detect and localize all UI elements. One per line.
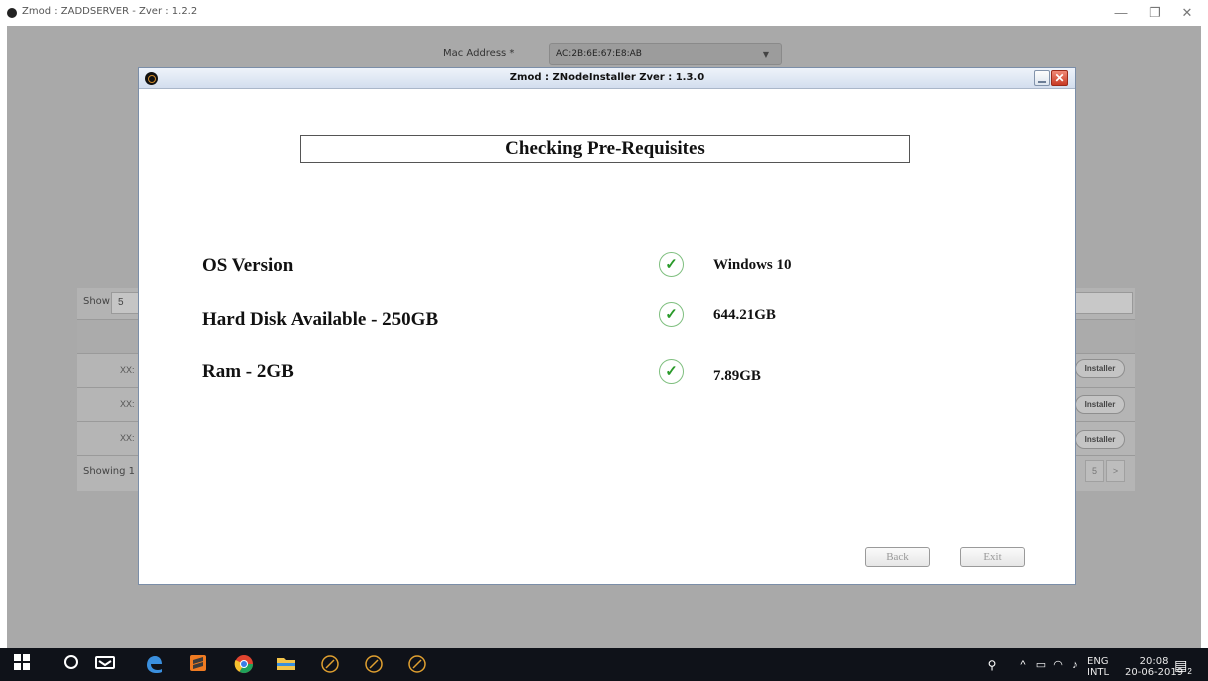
window-close-icon[interactable]: ✕ [1172,4,1202,22]
app-titlebar: Zmod : ZADDSERVER - Zver : 1.2.2 — ❐ ✕ [0,0,1208,26]
pagination-page[interactable]: 5 [1085,460,1104,482]
requirement-label: Hard Disk Available - 250GB [202,309,439,330]
requirement-label: OS Version [202,255,294,276]
dialog-titlebar: Zmod : ZNodeInstaller Zver : 1.3.0 ✕ [139,68,1075,89]
back-button[interactable]: Back [865,547,930,567]
table-cell: XX: [120,433,135,443]
people-icon[interactable]: ⚲ [981,654,1003,676]
edge-icon[interactable] [143,654,165,676]
minimize-icon[interactable]: — [1106,4,1136,22]
notification-count: 2 [1187,666,1192,676]
pagination-next[interactable]: > [1106,460,1125,482]
zmod-app-icon[interactable] [363,654,385,676]
installer-button[interactable]: Installer [1075,395,1125,414]
show-entries-select[interactable]: 5 [111,292,141,314]
prerequisites-heading: Checking Pre-Requisites [300,135,910,163]
app-title: Zmod : ZADDSERVER - Zver : 1.2.2 [22,6,198,17]
show-entries-label: Show [83,296,110,307]
file-explorer-icon[interactable] [275,654,297,676]
installer-button[interactable]: Installer [1075,359,1125,378]
mac-address-select[interactable]: AC:2B:6E:67:E8:AB ▼ [549,43,782,65]
dialog-title: Zmod : ZNodeInstaller Zver : 1.3.0 [509,72,705,83]
requirement-value: 644.21GB [713,307,776,323]
showing-entries-text: Showing 1 t [83,466,143,477]
input-language[interactable]: ENG INTL [1087,656,1109,678]
installer-button[interactable]: Installer [1075,430,1125,449]
exit-button[interactable]: Exit [960,547,1025,567]
task-view-icon[interactable] [94,654,116,676]
dialog-minimize-icon[interactable] [1034,70,1050,86]
volume-icon[interactable]: ♪ [1064,654,1086,676]
zmod-app-icon[interactable] [406,654,428,676]
table-cell: XX: [120,365,135,375]
requirement-value: Windows 10 [713,257,792,273]
installer-dialog: Zmod : ZNodeInstaller Zver : 1.3.0 ✕ Che… [138,67,1076,585]
chevron-down-icon: ▼ [762,50,769,59]
language-code: ENG [1087,656,1109,667]
mac-address-label: Mac Address * [443,48,515,59]
requirement-value: 7.89GB [713,368,761,384]
check-icon: ✓ [659,302,684,327]
dialog-close-icon[interactable]: ✕ [1051,70,1068,86]
cortana-search-icon[interactable] [60,654,82,676]
sublime-icon[interactable] [187,654,209,676]
check-icon: ✓ [659,252,684,277]
app-logo-icon [7,8,17,18]
windows-start-icon[interactable] [11,654,33,676]
table-search-input[interactable] [1075,292,1133,314]
keyboard-layout: INTL [1087,667,1110,678]
check-icon: ✓ [659,359,684,384]
zmod-app-icon[interactable] [319,654,341,676]
mac-address-value: AC:2B:6E:67:E8:AB [556,49,642,59]
chrome-icon[interactable] [233,654,255,676]
requirement-label: Ram - 2GB [202,361,294,382]
restore-icon[interactable]: ❐ [1140,4,1170,22]
table-cell: XX: [120,399,135,409]
action-center-icon[interactable]: ▤2 [1172,654,1194,676]
